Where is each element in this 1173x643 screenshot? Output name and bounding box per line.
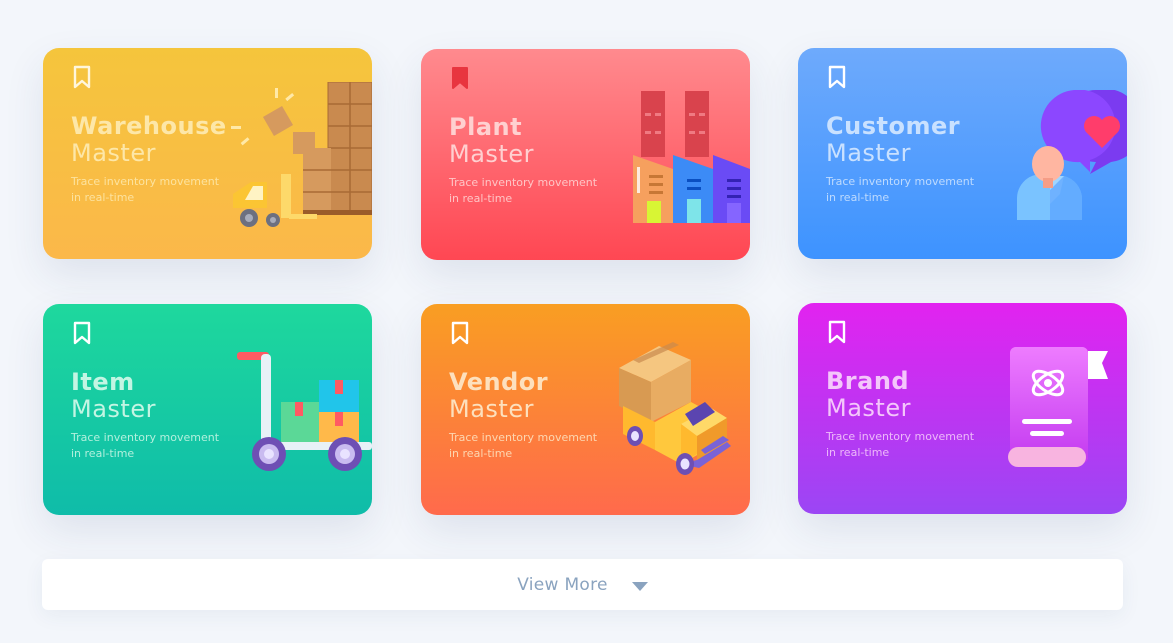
card-title: Plant	[449, 113, 523, 141]
factory-icon	[633, 91, 750, 223]
customer-heart-bubble-icon	[1017, 90, 1127, 220]
card-subtitle: Master	[449, 395, 534, 423]
card-subtitle: Master	[449, 140, 534, 168]
bookmark-icon[interactable]	[71, 320, 93, 346]
card-plant-master[interactable]: Plant Master Trace inventory movement in…	[421, 49, 750, 260]
card-description: Trace inventory movement in real-time	[826, 430, 975, 459]
bookmark-icon[interactable]	[826, 64, 848, 90]
view-more-label: View More	[517, 574, 608, 595]
caret-down-icon	[631, 581, 648, 591]
card-subtitle: Master	[71, 139, 156, 167]
card-subtitle: Master	[826, 394, 911, 422]
bookmark-icon[interactable]	[71, 64, 93, 90]
warehouse-boxes-forklift-icon	[231, 82, 372, 227]
card-warehouse-master[interactable]: Warehouse Master Trace inventory movemen…	[43, 48, 372, 259]
card-customer-master[interactable]: Customer Master Trace inventory movement…	[798, 48, 1127, 259]
delivery-truck-icon	[619, 342, 731, 475]
card-description: Trace inventory movement in real-time	[71, 431, 220, 460]
card-title: Vendor	[449, 368, 549, 396]
view-more-button[interactable]: View More	[42, 559, 1123, 610]
card-description: Trace inventory movement in real-time	[71, 175, 220, 204]
bookmark-icon[interactable]	[826, 319, 848, 345]
bookmark-icon[interactable]	[449, 65, 471, 91]
card-item-master[interactable]: Item Master Trace inventory movement in …	[43, 304, 372, 515]
card-vendor-master[interactable]: Vendor Master Trace inventory movement i…	[421, 304, 750, 515]
brand-book-icon	[1008, 347, 1108, 467]
card-title: Warehouse	[71, 112, 227, 140]
card-description: Trace inventory movement in real-time	[449, 431, 598, 460]
card-subtitle: Master	[71, 395, 156, 423]
card-subtitle: Master	[826, 139, 911, 167]
card-title: Item	[71, 368, 135, 396]
hand-truck-boxes-icon	[237, 352, 372, 471]
card-title: Brand	[826, 367, 910, 395]
card-description: Trace inventory movement in real-time	[826, 175, 975, 204]
card-title: Customer	[826, 112, 961, 140]
card-description: Trace inventory movement in real-time	[449, 176, 598, 205]
card-brand-master[interactable]: Brand Master Trace inventory movement in…	[798, 303, 1127, 514]
bookmark-icon[interactable]	[449, 320, 471, 346]
